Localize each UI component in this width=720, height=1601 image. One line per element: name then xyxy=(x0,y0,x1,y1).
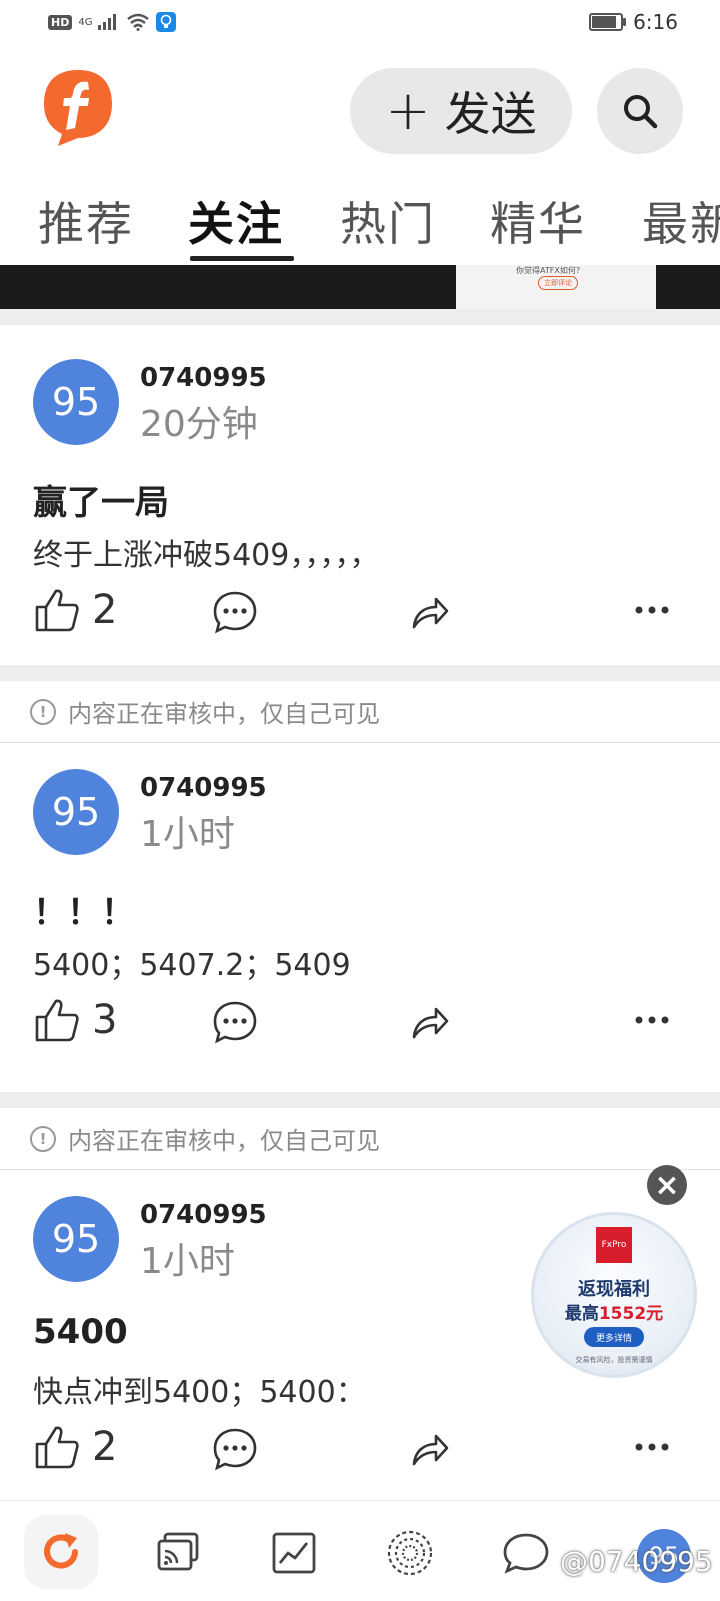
post-body: 5400；5407.2；5409 xyxy=(33,948,351,983)
banner-card: 你觉得ATFX如何? 立即评论 xyxy=(456,265,656,309)
ad-headline: 返现福利 xyxy=(578,1279,650,1300)
active-tab-indicator xyxy=(190,256,294,261)
post-time: 20分钟 xyxy=(140,404,258,445)
send-post-button[interactable]: + 发送 xyxy=(350,68,572,154)
ad-subline-prefix: 最高 xyxy=(564,1304,599,1324)
nav-messages[interactable] xyxy=(494,1521,558,1585)
like-button[interactable]: 3 xyxy=(34,997,117,1043)
share-icon[interactable] xyxy=(410,593,450,631)
section-divider xyxy=(0,309,720,325)
avatar[interactable]: 95 xyxy=(33,359,119,445)
thumbs-up-icon xyxy=(35,1426,79,1469)
post-username[interactable]: 0740995 xyxy=(140,1200,267,1230)
ad-details-button[interactable]: 更多详情 xyxy=(584,1327,644,1347)
share-icon[interactable] xyxy=(410,1430,450,1468)
battery-icon xyxy=(589,13,627,31)
post-title: 5400 xyxy=(33,1312,128,1352)
floating-ad[interactable]: FxPro 返现福利 最高1552元 更多详情 交易有风险，投资需谨慎 xyxy=(531,1212,697,1378)
clock: 6:16 xyxy=(633,10,678,34)
nav-cast[interactable] xyxy=(146,1521,210,1585)
post-title: 赢了一局 xyxy=(33,483,169,523)
thumbs-up-icon xyxy=(35,589,79,632)
post-card[interactable]: 95 0740995 1小时 ！！！ 5400；5407.2；5409 3 xyxy=(0,745,720,1085)
like-button[interactable]: 2 xyxy=(34,587,117,633)
status-right: 6:16 xyxy=(589,10,678,34)
plus-icon: + xyxy=(385,79,431,142)
ad-amount: 1552元 xyxy=(598,1304,664,1324)
comment-icon[interactable] xyxy=(212,1427,258,1471)
feed-f-logo[interactable] xyxy=(42,68,114,148)
review-notice-text: 内容正在审核中，仅自己可见 xyxy=(68,700,380,728)
like-count: 3 xyxy=(92,997,118,1043)
globe-icon xyxy=(387,1530,433,1576)
ad-brand-logo: FxPro xyxy=(596,1227,632,1263)
nav-market[interactable] xyxy=(262,1521,326,1585)
tab-following[interactable]: 关注 xyxy=(188,188,284,254)
chart-icon xyxy=(272,1532,316,1574)
section-divider xyxy=(0,1092,720,1108)
post-body: 终于上涨冲破5409，，，，， xyxy=(33,538,380,573)
avatar[interactable]: 95 xyxy=(33,769,119,855)
hd-indicator: HD xyxy=(48,14,73,30)
comment-icon[interactable] xyxy=(212,590,258,634)
signal-icon xyxy=(98,14,117,30)
post-username[interactable]: 0740995 xyxy=(140,773,267,803)
nav-home-refresh[interactable] xyxy=(24,1515,98,1589)
watermark: @0740995 xyxy=(560,1545,713,1578)
post-username[interactable]: 0740995 xyxy=(140,363,267,393)
post-body: 快点冲到5400；5400： xyxy=(33,1375,366,1410)
status-left: HD 4G xyxy=(48,12,177,32)
review-notice: ! 内容正在审核中，仅自己可见 xyxy=(0,1108,720,1170)
tab-recommended[interactable]: 推荐 xyxy=(38,188,134,254)
search-button[interactable] xyxy=(597,68,683,154)
review-notice: ! 内容正在审核中，仅自己可见 xyxy=(0,681,720,743)
info-icon: ! xyxy=(30,698,56,725)
tab-featured[interactable]: 精华 xyxy=(490,188,586,254)
share-icon[interactable] xyxy=(410,1003,450,1041)
wifi-icon xyxy=(127,13,150,31)
ad-close-button[interactable]: × xyxy=(647,1165,687,1205)
bulb-icon xyxy=(156,12,177,32)
post-time: 1小时 xyxy=(140,814,235,855)
more-options-icon[interactable] xyxy=(634,1442,670,1452)
thumbs-up-icon xyxy=(35,999,79,1042)
like-count: 2 xyxy=(92,587,118,633)
tab-hot[interactable]: 热门 xyxy=(340,188,436,254)
post-title: ！！！ xyxy=(33,893,135,933)
nav-discover[interactable] xyxy=(378,1521,442,1585)
ad-subline: 最高1552元 xyxy=(534,1299,694,1324)
section-divider xyxy=(0,665,720,681)
banner-button: 立即评论 xyxy=(538,276,578,290)
network-type: 4G xyxy=(78,16,93,28)
ad-disclaimer: 交易有风险，投资需谨慎 xyxy=(575,1356,653,1364)
more-options-icon[interactable] xyxy=(634,1015,670,1025)
feed-tabs: 推荐 关注 热门 精华 最新 xyxy=(0,178,720,264)
avatar[interactable]: 95 xyxy=(33,1196,119,1282)
tab-latest[interactable]: 最新 xyxy=(642,188,720,254)
comment-icon[interactable] xyxy=(212,1000,258,1044)
search-icon xyxy=(624,95,658,129)
post-card[interactable]: 95 0740995 20分钟 赢了一局 终于上涨冲破5409，，，，， 2 xyxy=(0,325,720,665)
cast-icon xyxy=(157,1532,199,1571)
more-options-icon[interactable] xyxy=(634,605,670,615)
refresh-icon xyxy=(44,1533,78,1569)
like-button[interactable]: 2 xyxy=(34,1424,117,1470)
send-button-label: 发送 xyxy=(444,87,537,141)
close-icon: × xyxy=(654,1167,680,1203)
banner-text: 你觉得ATFX如何? xyxy=(516,266,581,275)
app-header: + 发送 xyxy=(0,60,720,170)
message-icon xyxy=(503,1533,549,1574)
review-notice-text: 内容正在审核中，仅自己可见 xyxy=(68,1127,380,1155)
like-count: 2 xyxy=(92,1424,118,1470)
promo-banner[interactable]: 你觉得ATFX如何? 立即评论 xyxy=(0,265,720,309)
info-icon: ! xyxy=(30,1125,56,1152)
status-bar: HD 4G 6:16 xyxy=(0,0,720,50)
post-time: 1小时 xyxy=(140,1241,235,1282)
